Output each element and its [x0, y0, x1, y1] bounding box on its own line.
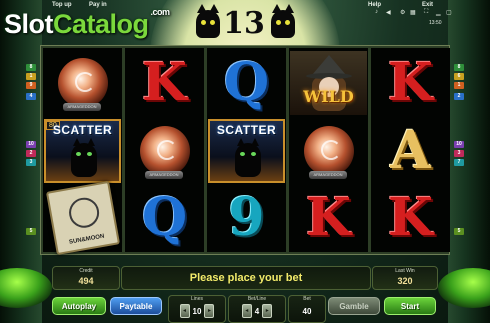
payline-marker-left-2: 2: [26, 150, 36, 157]
payline-marker-right-1: 1: [454, 82, 464, 89]
reel-2: K ARMAGEDDON Q: [125, 48, 204, 252]
clock: 13:50: [429, 20, 442, 26]
fullscreen-icon[interactable]: ⛶: [424, 9, 428, 16]
scatter-label: SCATTER: [216, 123, 277, 137]
lines-value: 10: [192, 306, 202, 316]
symbol-a: A: [390, 120, 431, 181]
payline-marker-right-3: 3: [454, 150, 464, 157]
reel-4: WILD ARMAGEDDON K: [289, 48, 368, 252]
game-scene: Top up Pay in Help Exit ♪ ◀ ⚙ ▦ ⛶ ▁ ▢ 13…: [0, 0, 490, 323]
bet-line-control: Bet/Line ◂ 4 ▸: [228, 295, 286, 323]
symbol-k: K: [141, 52, 188, 113]
bet-display: Bet 40: [288, 295, 326, 323]
settings-icon[interactable]: ⚙: [400, 9, 405, 16]
reel-frame: ARMAGEDDON 80 SCATTER SUN&MOON K ARMAGED…: [40, 45, 450, 256]
symbol-crystal-ball: ARMAGEDDON: [289, 118, 368, 184]
exit-button[interactable]: Exit: [422, 2, 433, 8]
symbol-k: K: [387, 52, 434, 113]
help-button[interactable]: Help: [368, 2, 381, 8]
payline-marker-right-6: 6: [454, 73, 464, 80]
symbol-9: 9: [228, 187, 265, 248]
symbol-q: Q: [141, 187, 188, 248]
symbol-wild: WILD: [289, 50, 368, 116]
symbol-k: K: [387, 187, 434, 248]
symbol-q: Q: [223, 52, 270, 113]
last-win-value: 320: [397, 276, 413, 286]
last-win-display: Last Win 320: [372, 266, 438, 290]
lines-decrease-button[interactable]: ◂: [179, 304, 190, 318]
payline-marker-left-8: 8: [26, 64, 36, 71]
reel-5: K A K: [371, 48, 450, 252]
start-button[interactable]: Start: [384, 297, 436, 315]
grid-icon[interactable]: ▦: [410, 9, 416, 16]
bet-line-increase-button[interactable]: ▸: [262, 304, 273, 318]
wild-label: WILD: [303, 87, 354, 106]
cauldron-left: [0, 268, 52, 308]
music-icon[interactable]: ♪: [375, 9, 378, 15]
credit-display: Credit 494: [52, 266, 120, 290]
scatter-label: SCATTER: [52, 123, 113, 137]
crystal-ball-icon: [303, 126, 354, 176]
black-cat-icon: [235, 138, 261, 177]
speaker-icon[interactable]: ◀: [386, 9, 391, 16]
payline-marker-left-1: 1: [26, 73, 36, 80]
symbol-crystal-ball: ARMAGEDDON: [125, 118, 204, 184]
symbol-scatter: SCATTER: [207, 118, 286, 184]
symbol-scatter: 80 SCATTER: [43, 118, 122, 184]
gamble-button[interactable]: Gamble: [328, 297, 380, 315]
symbol-crystal-ball: ARMAGEDDON: [43, 50, 122, 116]
crystal-ball-icon: [139, 126, 190, 176]
witch-hat-icon: [312, 55, 346, 75]
bet-line-decrease-button[interactable]: ◂: [241, 304, 252, 318]
payline-marker-left-4: 4: [26, 93, 36, 100]
payline-marker-right-7: 7: [454, 159, 464, 166]
cauldron-right: [438, 268, 490, 308]
symbol-k: K: [305, 187, 352, 248]
payline-marker-left-5: 5: [26, 228, 36, 235]
symbol-sun-moon-card: SUN&MOON: [43, 180, 122, 256]
maximize-icon[interactable]: ▢: [446, 9, 452, 16]
payline-marker-right-10: 10: [454, 141, 464, 148]
reel-3: Q SCATTER 9: [207, 48, 286, 252]
crystal-ball-icon: [57, 58, 108, 108]
status-message: Please place your bet: [121, 266, 371, 290]
lines-control: Lines ◂ 10 ▸: [168, 295, 226, 323]
payline-marker-right-8: 8: [454, 64, 464, 71]
paytable-button[interactable]: Paytable: [110, 297, 162, 315]
bet-line-value: 4: [254, 306, 260, 316]
slotcatalog-logo: SlotCatalog .com: [4, 7, 170, 39]
autoplay-button[interactable]: Autoplay: [52, 297, 106, 315]
payline-marker-right-5: 5: [454, 228, 464, 235]
payline-marker-left-3: 3: [26, 159, 36, 166]
credit-value: 494: [78, 276, 94, 286]
minimize-icon[interactable]: ▁: [436, 9, 441, 16]
black-cat-icon: [71, 138, 97, 177]
payline-marker-left-10: 10: [26, 141, 36, 148]
bet-value: 40: [302, 306, 312, 316]
game-title: 13: [223, 6, 265, 41]
sun-moon-icon: [66, 195, 101, 231]
payline-marker-right-2: 2: [454, 93, 464, 100]
payline-marker-left-9: 9: [26, 82, 36, 89]
reel-1: ARMAGEDDON 80 SCATTER SUN&MOON: [43, 48, 122, 256]
lines-increase-button[interactable]: ▸: [204, 304, 215, 318]
